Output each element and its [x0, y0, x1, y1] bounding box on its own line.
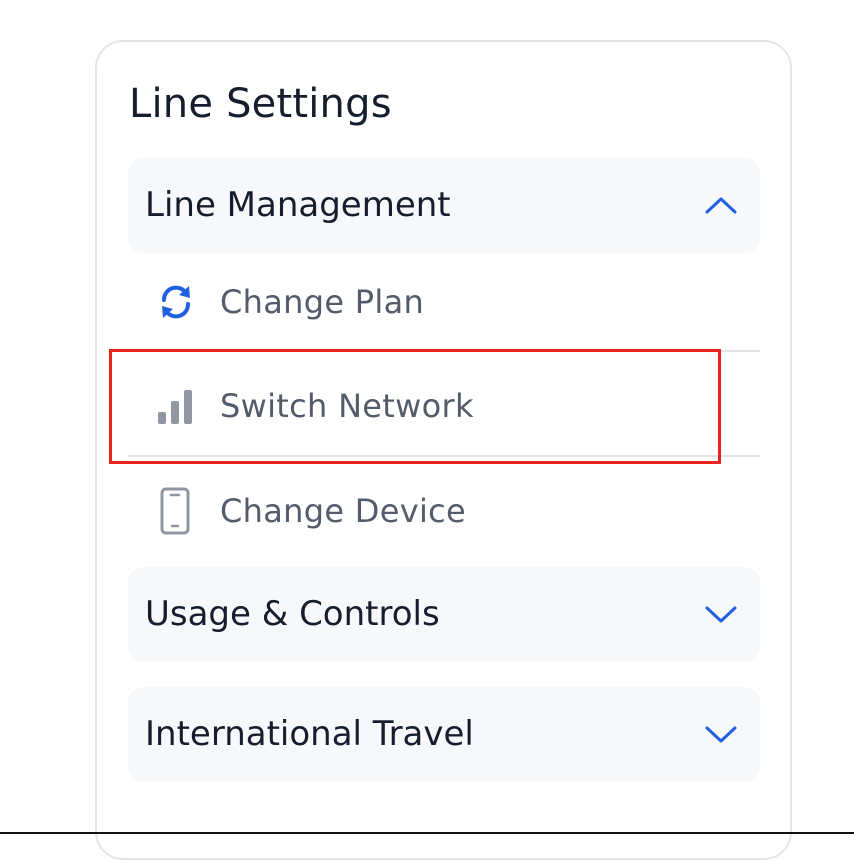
section-usage-controls[interactable]: Usage & Controls	[128, 567, 760, 662]
menu-item-label: Change Device	[220, 459, 466, 563]
menu-item-switch-network[interactable]: Switch Network	[128, 354, 760, 458]
refresh-icon	[156, 278, 196, 326]
panel-title: Line Settings	[129, 76, 392, 132]
section-label: Usage & Controls	[145, 567, 440, 662]
chevron-down-icon	[704, 722, 738, 746]
menu-item-change-device[interactable]: Change Device	[128, 459, 760, 563]
section-international-travel[interactable]: International Travel	[128, 687, 760, 782]
chevron-up-icon	[704, 193, 738, 217]
section-label: International Travel	[145, 687, 474, 782]
chevron-down-icon	[704, 602, 738, 626]
divider	[128, 455, 760, 457]
section-label: Line Management	[145, 158, 451, 253]
menu-item-label: Switch Network	[220, 354, 474, 458]
phone-icon	[156, 487, 196, 535]
menu-item-change-plan[interactable]: Change Plan	[128, 250, 760, 354]
menu-item-label: Change Plan	[220, 250, 424, 354]
signal-bars-icon	[156, 382, 196, 430]
section-line-management[interactable]: Line Management	[128, 158, 760, 253]
divider	[128, 350, 760, 352]
